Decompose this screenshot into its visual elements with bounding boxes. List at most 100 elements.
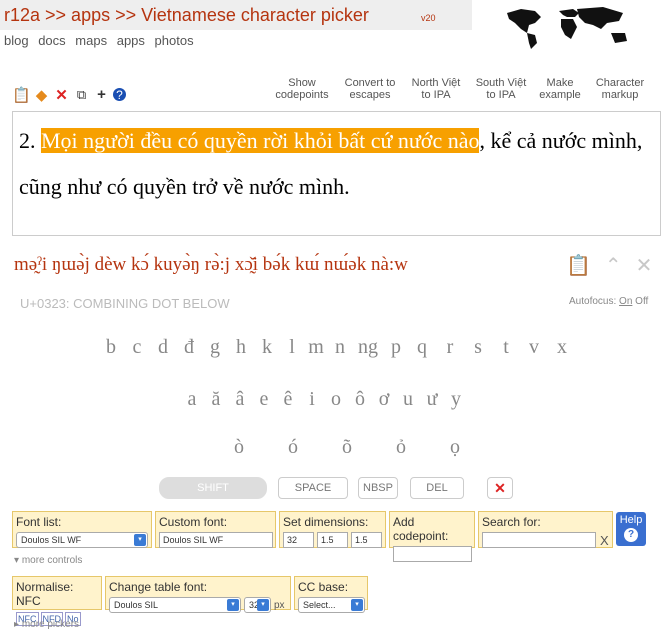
codepoint-info: U+0323: COMBINING DOT BELOW	[20, 296, 230, 311]
vowel-row: a ă â e ê i o ô ơ u ư y	[180, 388, 468, 411]
nav-apps[interactable]: apps	[117, 33, 145, 48]
south-ipa-link[interactable]: South Việt to IPA	[471, 77, 531, 101]
north-ipa-link[interactable]: North Việt to IPA	[406, 77, 466, 101]
chevron-down-icon: ▾	[351, 599, 363, 611]
custom-font-input[interactable]: Doulos SIL WF	[159, 532, 273, 548]
char-key[interactable]: r	[436, 336, 464, 359]
char-key[interactable]: v	[520, 336, 548, 359]
char-key[interactable]: â	[228, 388, 252, 411]
char-key[interactable]: ơ	[372, 388, 396, 411]
version-label: v20	[421, 13, 436, 23]
more-controls-toggle[interactable]: ▾ more controls	[14, 555, 82, 566]
char-key[interactable]: o	[324, 388, 348, 411]
character-markup-link[interactable]: Character markup	[590, 77, 650, 101]
dimensions-panel: Set dimensions: 32 1.5 1.5	[279, 511, 386, 548]
help-circle-icon: ?	[624, 528, 638, 542]
chevron-up-icon[interactable]: ⌃	[605, 253, 622, 278]
help-button[interactable]: Help ?	[616, 512, 646, 546]
editor-prefix: 2.	[19, 128, 41, 153]
font-size-input[interactable]: 32	[283, 532, 314, 548]
chevron-down-icon: ▾	[227, 599, 239, 611]
tone-key[interactable]: ò	[212, 436, 266, 459]
nav-docs[interactable]: docs	[38, 33, 65, 48]
editor-toolbar: 📋 ◆ ✕ ⧉ + ?	[12, 86, 126, 104]
convert-escapes-link[interactable]: Convert to escapes	[340, 77, 400, 101]
autofocus-off[interactable]: Off	[635, 296, 648, 307]
char-key[interactable]: a	[180, 388, 204, 411]
nav-maps[interactable]: maps	[75, 33, 107, 48]
clear-button[interactable]: ✕	[487, 477, 513, 499]
tone-row: ò ó õ ỏ ọ	[212, 436, 482, 459]
nav-photos[interactable]: photos	[155, 33, 194, 48]
nav-blog[interactable]: blog	[4, 33, 29, 48]
line-height-input[interactable]: 1.5	[317, 532, 348, 548]
tone-key[interactable]: ỏ	[374, 436, 428, 459]
copy-ipa-icon[interactable]: 📋	[566, 253, 591, 278]
cc-base-panel: CC base: Select... ▾	[294, 576, 368, 613]
char-key[interactable]: c	[124, 336, 150, 359]
close-icon[interactable]: ✕	[636, 253, 653, 278]
normalise-panel: Normalise: NFC NFC NFD No	[12, 576, 102, 626]
plus-icon[interactable]: +	[93, 86, 110, 103]
chevron-down-icon: ▾	[257, 599, 269, 611]
char-key[interactable]: l	[280, 336, 304, 359]
more-pickers-toggle[interactable]: ▸ more pickers	[14, 619, 79, 630]
char-key[interactable]: k	[254, 336, 280, 359]
del-button[interactable]: DEL	[410, 477, 464, 499]
ipa-controls: 📋 ⌃ ✕	[566, 253, 652, 278]
delete-icon[interactable]: ✕	[53, 86, 70, 104]
shift-button[interactable]: SHIFT	[159, 477, 267, 499]
char-key[interactable]: p	[384, 336, 408, 359]
char-key[interactable]: g	[202, 336, 228, 359]
show-codepoints-link[interactable]: Show codepoints	[274, 77, 330, 101]
char-key[interactable]: e	[252, 388, 276, 411]
char-key[interactable]: y	[444, 388, 468, 411]
char-key[interactable]: s	[464, 336, 492, 359]
char-key[interactable]: ư	[420, 388, 444, 411]
clipboard-icon[interactable]: 📋	[12, 86, 31, 104]
text-editor[interactable]: 2. Mọi người đều có quyền rời khỏi bất c…	[12, 111, 661, 236]
char-key[interactable]: ô	[348, 388, 372, 411]
table-font-size-select[interactable]: 32 ▾	[244, 597, 271, 613]
char-key[interactable]: i	[300, 388, 324, 411]
char-key[interactable]: ă	[204, 388, 228, 411]
char-key[interactable]: đ	[176, 336, 202, 359]
char-key[interactable]: h	[228, 336, 254, 359]
spacing-input[interactable]: 1.5	[351, 532, 382, 548]
search-clear-button[interactable]: X	[600, 533, 609, 548]
autofocus-on[interactable]: On	[619, 296, 632, 307]
char-key[interactable]: t	[492, 336, 520, 359]
help-circle-icon[interactable]: ?	[113, 88, 126, 102]
make-example-link[interactable]: Make example	[537, 77, 583, 101]
char-key[interactable]: q	[408, 336, 436, 359]
char-key[interactable]: ê	[276, 388, 300, 411]
page-title: r12a >> apps >> Vietnamese character pic…	[4, 5, 369, 25]
tone-key[interactable]: õ	[320, 436, 374, 459]
eraser-icon[interactable]: ◆	[33, 86, 50, 104]
ipa-transcription: mə̰ˀi ŋɯə̀j dèw kɔ́ kuyə̀ŋ rə̀:j xɔ̰̌i b…	[14, 254, 408, 275]
char-key[interactable]: m	[304, 336, 328, 359]
space-button[interactable]: SPACE	[278, 477, 348, 499]
cc-base-select[interactable]: Select... ▾	[298, 597, 365, 613]
char-key[interactable]: ng	[352, 336, 384, 359]
table-font-select[interactable]: Doulos SIL ▾	[109, 597, 241, 613]
custom-font-panel: Custom font: Doulos SIL WF	[155, 511, 276, 548]
autofocus-toggle: Autofocus: On Off	[569, 296, 649, 307]
tone-key[interactable]: ó	[266, 436, 320, 459]
tone-key[interactable]: ọ	[428, 436, 482, 459]
editor-selection: Mọi người đều có quyền rời khỏi bất cứ n…	[41, 128, 480, 153]
add-codepoint-input[interactable]	[393, 546, 472, 562]
char-key[interactable]: d	[150, 336, 176, 359]
char-key[interactable]: x	[548, 336, 576, 359]
char-key[interactable]: n	[328, 336, 352, 359]
nbsp-button[interactable]: NBSP	[358, 477, 398, 499]
search-input[interactable]	[482, 532, 596, 548]
consonant-row: b c d đ g h k l m n ng p q r s t v x	[98, 336, 576, 359]
chevron-down-icon: ▾	[134, 534, 146, 546]
char-key[interactable]: b	[98, 336, 124, 359]
world-map-icon[interactable]	[501, 3, 641, 49]
char-key[interactable]: u	[396, 388, 420, 411]
open-window-icon[interactable]: ⧉	[73, 86, 90, 103]
table-font-panel: Change table font: Doulos SIL ▾ 32 ▾ px	[105, 576, 291, 613]
font-list-select[interactable]: Doulos SIL WF ▾	[16, 532, 148, 548]
